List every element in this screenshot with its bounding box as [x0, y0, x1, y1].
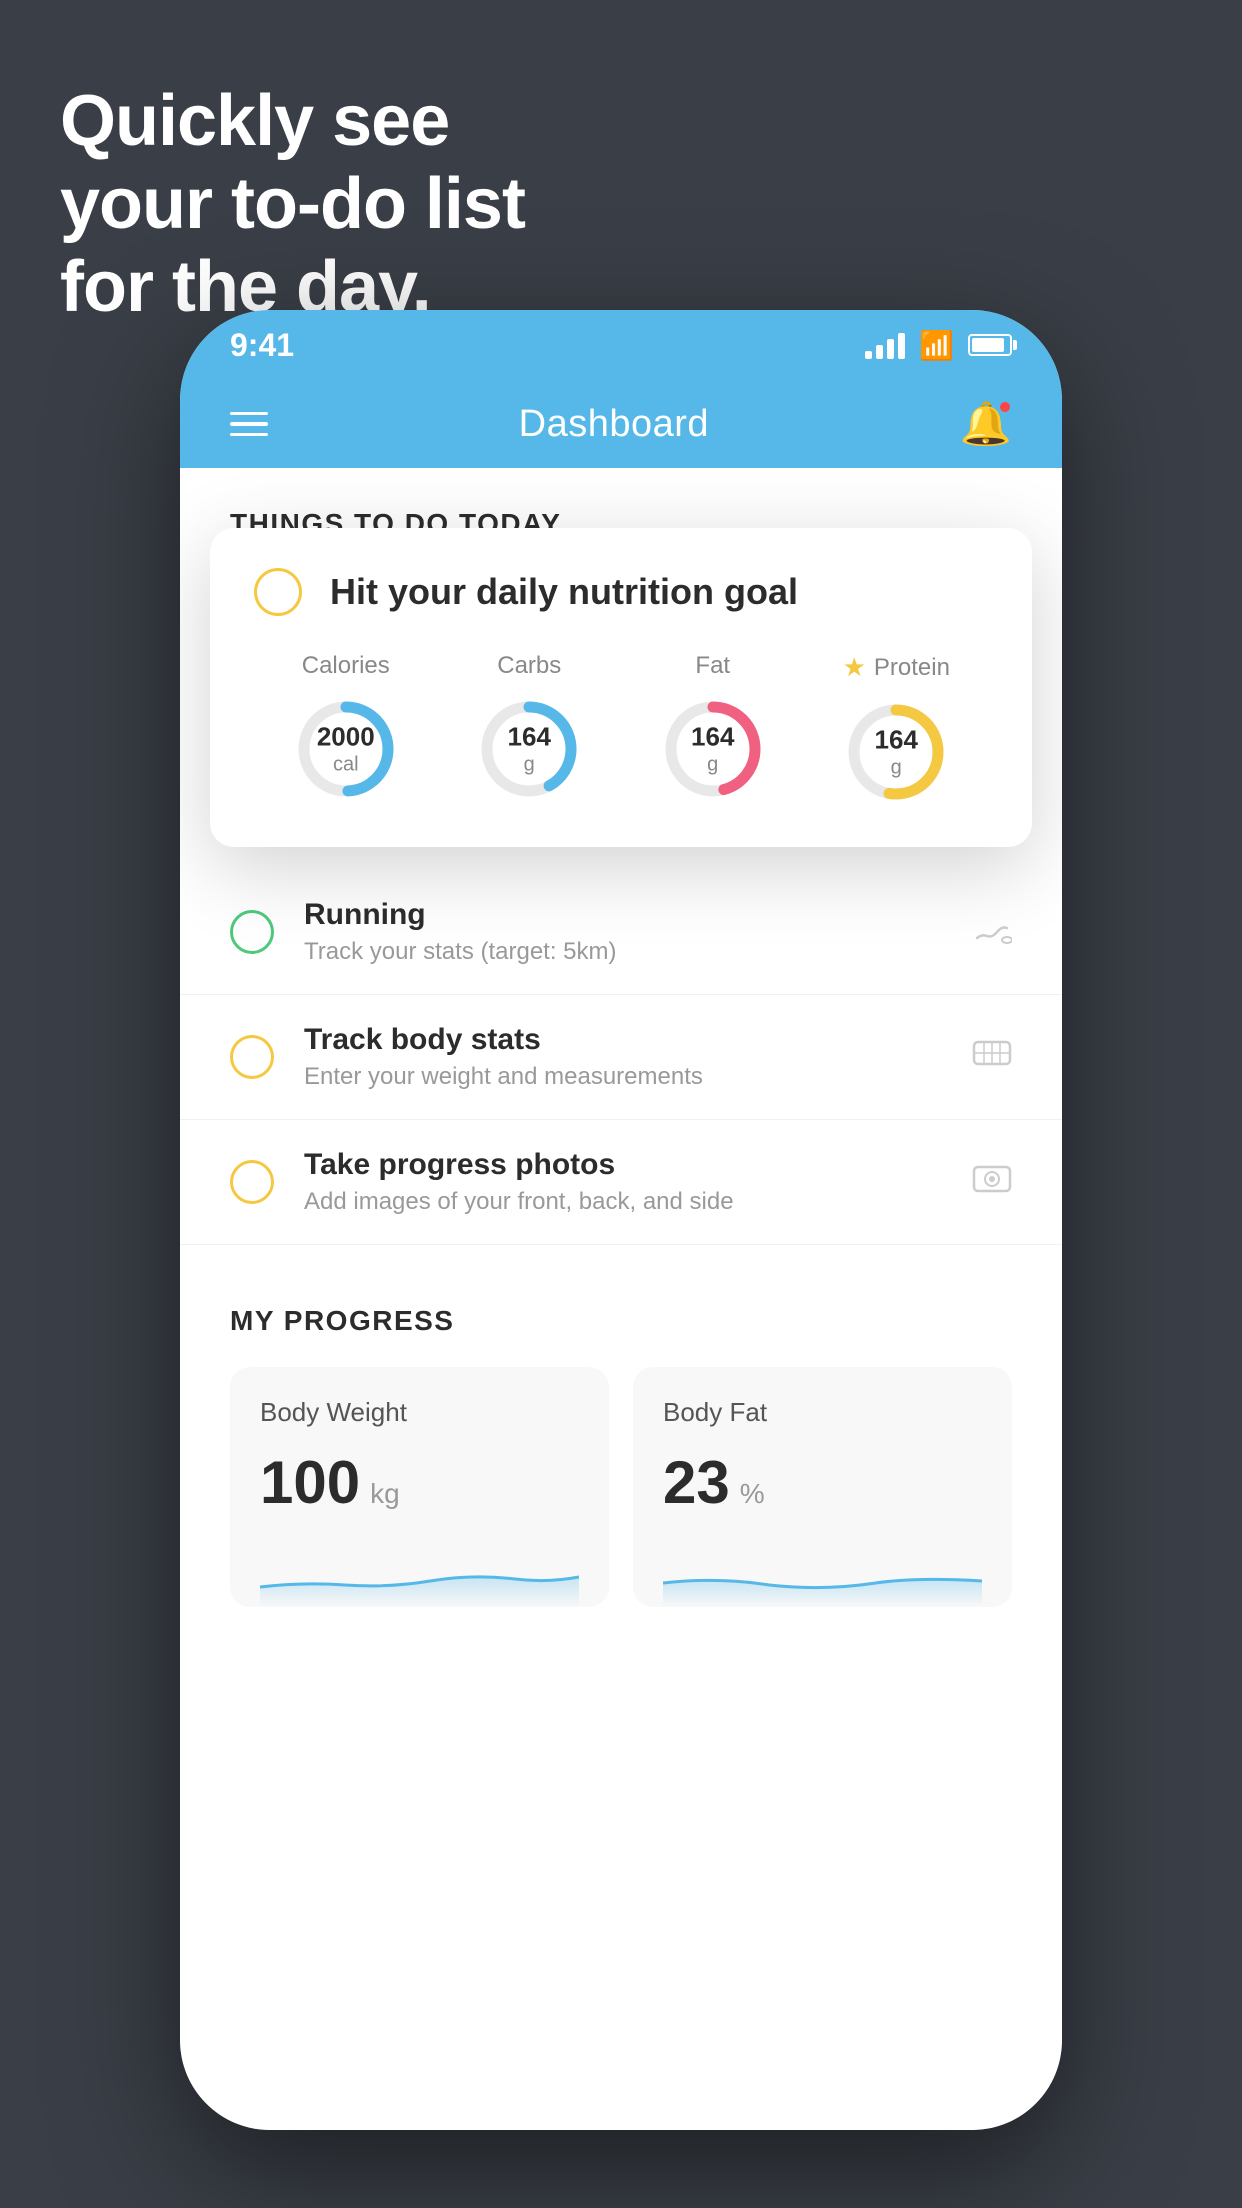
nutrition-row: Calories 2000 cal Carbs: [254, 652, 988, 807]
status-bar: 9:41 📶: [180, 310, 1062, 380]
hamburger-menu[interactable]: [230, 412, 268, 437]
wifi-icon: 📶: [919, 329, 954, 362]
calories-unit: cal: [317, 753, 375, 777]
bodystats-title: Track body stats: [304, 1023, 972, 1057]
phone-content: THINGS TO DO TODAY Hit your daily nutrit…: [180, 468, 1062, 2130]
fat-value: 164: [691, 721, 734, 752]
carbs-unit: g: [508, 753, 551, 777]
nutrition-card: Hit your daily nutrition goal Calories 2…: [210, 528, 1032, 847]
protein-donut: 164 g: [841, 697, 951, 807]
carbs-label: Carbs: [497, 652, 561, 680]
nav-bar: Dashboard 🔔: [180, 380, 1062, 468]
calories-label: Calories: [302, 652, 390, 680]
running-subtitle: Track your stats (target: 5km): [304, 938, 972, 966]
star-icon: ★: [843, 652, 866, 683]
photos-title: Take progress photos: [304, 1148, 972, 1182]
nutrition-fat: Fat 164 g: [658, 652, 768, 804]
hero-text: Quickly see your to-do list for the day.: [60, 80, 525, 328]
carbs-donut: 164 g: [474, 694, 584, 804]
photos-radio[interactable]: [230, 1160, 274, 1204]
body-weight-chart: [260, 1547, 579, 1607]
carbs-value: 164: [508, 721, 551, 752]
calories-value: 2000: [317, 721, 375, 752]
todo-body-stats[interactable]: Track body stats Enter your weight and m…: [180, 995, 1062, 1120]
protein-label: ★ Protein: [843, 652, 950, 683]
body-fat-unit: %: [740, 1478, 765, 1510]
nav-title: Dashboard: [519, 403, 709, 446]
status-time: 9:41: [230, 327, 294, 364]
progress-section: MY PROGRESS Body Weight 100 kg: [180, 1305, 1062, 1607]
todo-list: Running Track your stats (target: 5km) T…: [180, 870, 1062, 1245]
body-fat-label: Body Fat: [663, 1397, 982, 1428]
running-radio[interactable]: [230, 910, 274, 954]
fat-label: Fat: [695, 652, 730, 680]
hero-line2: your to-do list: [60, 163, 525, 246]
protein-unit: g: [875, 756, 918, 780]
progress-cards: Body Weight 100 kg: [230, 1367, 1012, 1607]
todo-running[interactable]: Running Track your stats (target: 5km): [180, 870, 1062, 995]
bodystats-radio[interactable]: [230, 1035, 274, 1079]
running-title: Running: [304, 898, 972, 932]
running-text: Running Track your stats (target: 5km): [304, 898, 972, 966]
card-header: Hit your daily nutrition goal: [254, 568, 988, 616]
phone-shell: 9:41 📶 Dashboard 🔔 THINGS TO DO TODAY: [180, 310, 1062, 2130]
notification-dot: [998, 400, 1012, 414]
body-fat-value: 23: [663, 1448, 730, 1517]
fat-donut: 164 g: [658, 694, 768, 804]
body-weight-card: Body Weight 100 kg: [230, 1367, 609, 1607]
todo-photos[interactable]: Take progress photos Add images of your …: [180, 1120, 1062, 1245]
body-fat-card: Body Fat 23 %: [633, 1367, 1012, 1607]
body-weight-value-row: 100 kg: [260, 1448, 579, 1517]
photos-icon: [972, 1161, 1012, 1204]
body-weight-unit: kg: [370, 1478, 400, 1510]
body-weight-value: 100: [260, 1448, 360, 1517]
photos-text: Take progress photos Add images of your …: [304, 1148, 972, 1216]
running-icon: [972, 911, 1012, 953]
notification-bell-icon[interactable]: 🔔: [960, 400, 1012, 449]
progress-title: MY PROGRESS: [230, 1305, 1012, 1337]
body-fat-chart: [663, 1547, 982, 1607]
fat-unit: g: [691, 753, 734, 777]
battery-icon: [968, 334, 1012, 356]
calories-donut: 2000 cal: [291, 694, 401, 804]
nutrition-radio[interactable]: [254, 568, 302, 616]
bodystats-icon: [972, 1036, 1012, 1079]
nutrition-protein: ★ Protein 164 g: [841, 652, 951, 807]
body-weight-label: Body Weight: [260, 1397, 579, 1428]
nutrition-card-title: Hit your daily nutrition goal: [330, 571, 798, 613]
signal-icon: [865, 331, 905, 359]
body-fat-value-row: 23 %: [663, 1448, 982, 1517]
hero-line1: Quickly see: [60, 80, 525, 163]
nutrition-carbs: Carbs 164 g: [474, 652, 584, 804]
bodystats-subtitle: Enter your weight and measurements: [304, 1063, 972, 1091]
status-icons: 📶: [865, 329, 1012, 362]
photos-subtitle: Add images of your front, back, and side: [304, 1188, 972, 1216]
protein-value: 164: [875, 724, 918, 755]
nutrition-calories: Calories 2000 cal: [291, 652, 401, 804]
bodystats-text: Track body stats Enter your weight and m…: [304, 1023, 972, 1091]
